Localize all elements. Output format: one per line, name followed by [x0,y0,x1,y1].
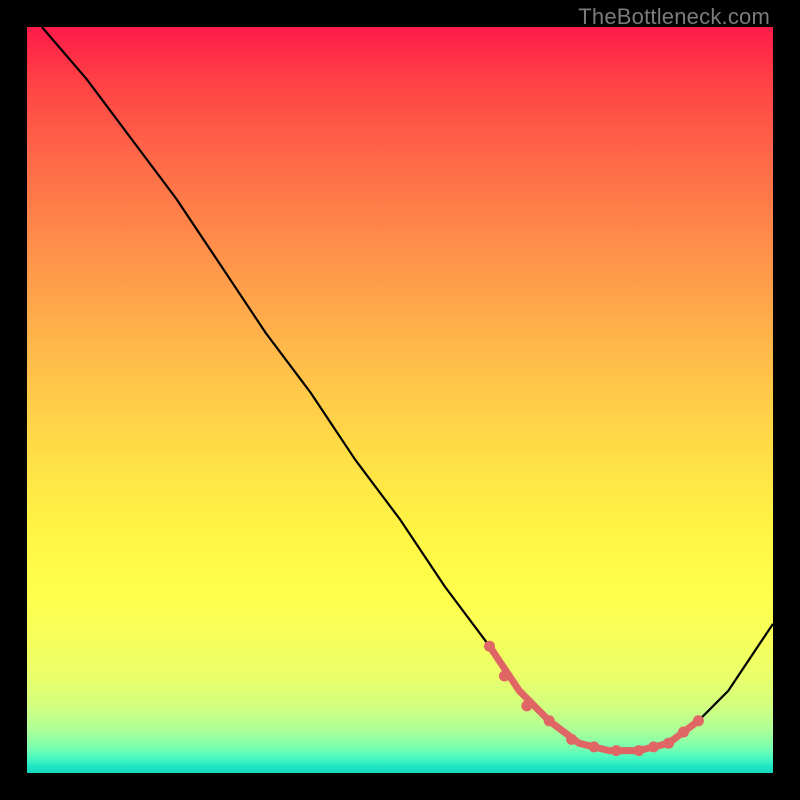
optimal-range-line [490,646,699,750]
optimal-marker-dot [484,641,495,652]
optimal-marker-dot [633,745,644,756]
bottleneck-curve [42,27,773,751]
optimal-marker-dot [566,734,577,745]
optimal-marker-dot [544,715,555,726]
optimal-marker-dot [611,745,622,756]
chart-svg [27,27,773,773]
optimal-marker-dot [499,671,510,682]
plot-area [27,27,773,773]
optimal-marker-dot [693,715,704,726]
optimal-range-dots [484,641,704,756]
optimal-marker-dot [663,738,674,749]
optimal-marker-dot [521,700,532,711]
optimal-marker-dot [589,741,600,752]
chart-frame: TheBottleneck.com [0,0,800,800]
optimal-marker-dot [648,741,659,752]
optimal-marker-dot [678,727,689,738]
